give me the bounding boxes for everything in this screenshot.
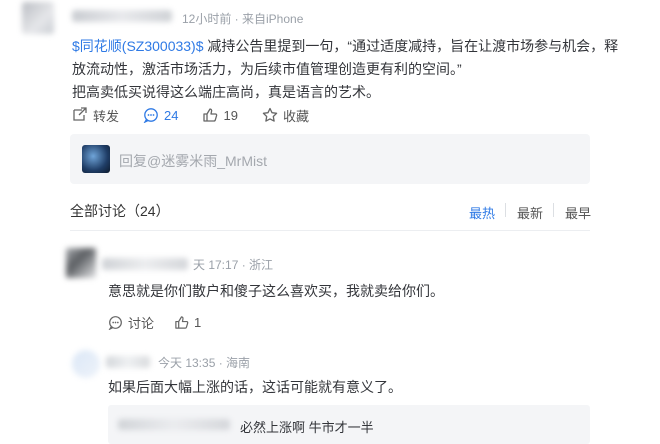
comment-author-name[interactable] [106, 356, 150, 368]
post-actions: 转发 24 19 收藏 [72, 105, 333, 125]
comment-like-button[interactable]: 1 [174, 315, 201, 330]
comment-meta: 天 17:17 · 浙江 [193, 258, 274, 272]
comment-discuss-button[interactable]: 讨论 [108, 313, 154, 332]
repost-label: 转发 [93, 108, 120, 124]
comment-count: 24 [164, 107, 179, 123]
like-button[interactable]: 19 [202, 107, 238, 123]
repost-button[interactable]: 转发 [72, 106, 119, 125]
sort-hot-tab[interactable]: 最热 [469, 203, 495, 222]
current-user-avatar [82, 145, 110, 173]
sub-reply-text: 必然上涨啊 牛市才一半 [240, 420, 374, 435]
favorite-label: 收藏 [282, 108, 309, 124]
comment-meta: 今天 13:35 · 海南 [158, 356, 251, 370]
post-body: $同花顺(SZ300033)$ 减持公告里提到一句，“通过适度减持，旨在让渡市场… [72, 35, 632, 104]
comment-avatar[interactable] [66, 248, 96, 278]
sort-divider [505, 203, 506, 217]
author-name[interactable] [72, 10, 172, 22]
sub-reply-author-name[interactable] [118, 419, 230, 430]
comment-icon [143, 108, 158, 123]
sort-early-tab[interactable]: 最早 [565, 203, 591, 222]
sort-divider [553, 203, 554, 217]
thumbs-up-icon [175, 315, 189, 329]
favorite-button[interactable]: 收藏 [262, 106, 309, 125]
star-icon [262, 107, 278, 122]
repost-icon [73, 107, 87, 121]
sort-new-tab[interactable]: 最新 [517, 203, 543, 222]
like-count: 19 [223, 107, 238, 123]
comment-text: 如果后面大幅上涨的话，这话可能就有意义了。 [108, 379, 402, 395]
discussion-title: 全部讨论（24） [70, 203, 170, 219]
comment-avatar[interactable] [72, 350, 100, 378]
section-divider [70, 230, 590, 231]
comment-author-name[interactable] [102, 258, 188, 270]
stock-link[interactable]: $同花顺(SZ300033)$ [72, 38, 204, 54]
comment-icon [108, 315, 122, 330]
comment-discuss-label: 讨论 [128, 315, 155, 331]
author-avatar[interactable] [22, 2, 54, 34]
post-text-comment: 把高卖低买说得这么端庄高尚，真是语言的艺术。 [72, 84, 380, 100]
comment-text: 意思就是你们散户和傻子这么喜欢买，我就卖给你们。 [108, 283, 444, 299]
comment-like-count: 1 [194, 314, 202, 330]
reply-placeholder[interactable]: 回复@迷雾米雨_MrMist [119, 151, 267, 171]
comment-button[interactable]: 24 [143, 107, 178, 123]
thumbs-up-icon [203, 108, 218, 122]
comment-actions: 讨论 1 [108, 313, 225, 331]
post-meta: 12小时前 · 来自iPhone [182, 12, 304, 26]
